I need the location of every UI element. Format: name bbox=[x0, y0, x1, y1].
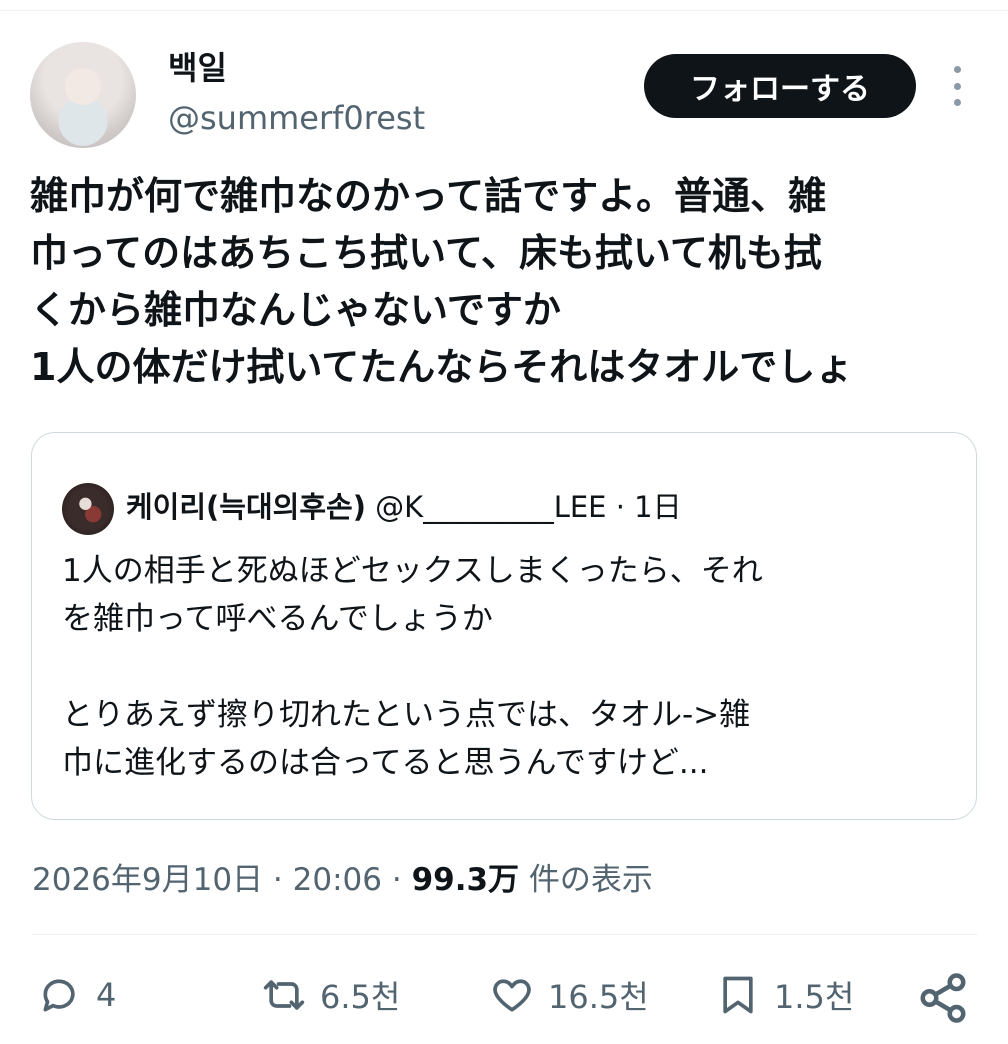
quoted-time: 1日 bbox=[634, 490, 682, 524]
reply-icon bbox=[43, 979, 75, 1012]
meta-separator: · bbox=[272, 862, 283, 898]
quoted-tweet-card[interactable]: 케이리(늑대의후손) @K_________LEE · 1日 1人の相手と死ぬほ… bbox=[31, 432, 977, 820]
like-icon bbox=[493, 979, 531, 1012]
actions-divider bbox=[31, 934, 978, 935]
bookmark-button[interactable]: 1.5천 bbox=[716, 966, 854, 1024]
author-handle[interactable]: @summerf0rest bbox=[168, 98, 425, 138]
retweet-icon bbox=[263, 980, 305, 1010]
like-count: 16.5천 bbox=[548, 978, 649, 1016]
view-count: 99.3万 bbox=[411, 862, 520, 898]
retweet-count: 6.5천 bbox=[320, 978, 401, 1016]
share-icon[interactable] bbox=[916, 971, 970, 1025]
tweet-line: 巾ってのはあちこち拭いて、床も拭いて机も拭 bbox=[30, 231, 822, 275]
quoted-line: 巾に進化するのは合ってると思うんですけど... bbox=[62, 745, 709, 781]
reply-button[interactable]: 4 bbox=[38, 966, 116, 1024]
tweet-line: 雑巾が何で雑巾なのかって話ですよ。普通、雑 bbox=[30, 174, 827, 218]
author-display-name[interactable]: 백일 bbox=[168, 48, 227, 88]
follow-button[interactable]: フォローする bbox=[644, 54, 916, 118]
tweet-line: くから雑巾なんじゃないですか bbox=[30, 288, 561, 332]
view-label: 件の表示 bbox=[528, 862, 653, 898]
quoted-line bbox=[62, 643, 962, 691]
bookmark-icon bbox=[723, 976, 753, 1014]
reply-count: 4 bbox=[96, 976, 117, 1014]
tweet-date[interactable]: 2026年9月10日 bbox=[32, 862, 263, 898]
quoted-author-name: 케이리(늑대의후손) bbox=[126, 490, 366, 524]
quoted-line: とりあえず擦り切れたという点では、タオル->雑 bbox=[62, 697, 751, 733]
tweet-text: 雑巾が何で雑巾なのかって話ですよ。普通、雑 巾ってのはあちこち拭いて、床も拭いて… bbox=[30, 168, 978, 396]
like-button[interactable]: 16.5천 bbox=[490, 966, 649, 1024]
retweet-button[interactable]: 6.5천 bbox=[262, 966, 400, 1024]
more-options-icon[interactable] bbox=[946, 66, 968, 106]
tweet-metadata: 2026年9月10日 · 20:06 · 99.3万 件の表示 bbox=[32, 858, 653, 902]
avatar[interactable] bbox=[30, 42, 136, 148]
top-divider bbox=[0, 10, 1008, 11]
tweet-line: 1人の体だけ拭いてたんならそれはタオルでしょ bbox=[30, 345, 854, 389]
quoted-separator: · bbox=[615, 490, 625, 524]
quoted-line: 1人の相手と死ぬほどセックスしまくったら、それ bbox=[62, 553, 763, 589]
quoted-avatar bbox=[62, 483, 114, 535]
quoted-header: 케이리(늑대의후손) @K_________LEE · 1日 bbox=[126, 487, 682, 527]
meta-separator: · bbox=[391, 862, 402, 898]
tweet-time[interactable]: 20:06 bbox=[293, 862, 382, 898]
bookmark-count: 1.5천 bbox=[774, 978, 855, 1016]
quoted-line: を雑巾って呼べるんでしょうか bbox=[62, 601, 493, 637]
quoted-text: 1人の相手と死ぬほどセックスしまくったら、それ を雑巾って呼べるんでしょうか と… bbox=[62, 547, 962, 787]
quoted-author-handle: @K_________LEE bbox=[375, 490, 607, 524]
